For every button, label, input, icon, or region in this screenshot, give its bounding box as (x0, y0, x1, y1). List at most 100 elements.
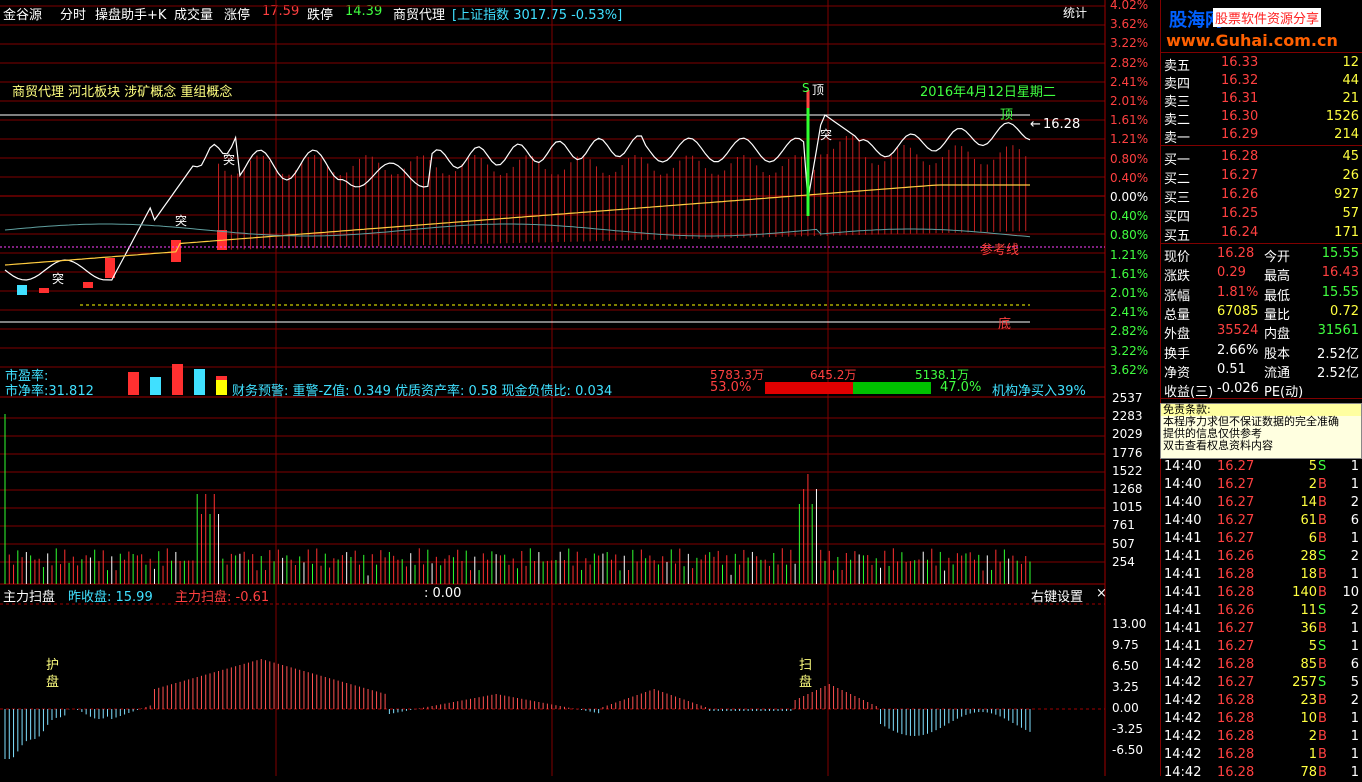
price-axis-label: 2.82% (1110, 55, 1149, 70)
trade-price: 16.28 (1217, 711, 1255, 726)
volume-axis-label: 1268 (1112, 482, 1143, 496)
trade-side: S (1318, 639, 1327, 654)
order-row[interactable]: 卖四 16.32 44 (1161, 72, 1362, 92)
order-row[interactable]: 14:41 16.27 36 B 1 (1161, 620, 1362, 638)
trade-count: 5 (1350, 675, 1359, 690)
prev-close-label: 昨收盘: 15.99 (68, 590, 153, 605)
order-row[interactable]: 涨跌 0.29 最高 16.43 (1161, 264, 1362, 284)
trade-price: 16.27 (1217, 477, 1255, 492)
trade-side: B (1318, 477, 1327, 492)
ask-volume: 1526 (1325, 109, 1359, 124)
order-row[interactable]: 外盘 35524 内盘 31561 (1161, 322, 1362, 343)
order-row[interactable]: 买三 16.26 927 (1161, 186, 1362, 206)
order-row[interactable]: 收益(三) -0.026 PE(动) (1161, 380, 1362, 400)
sell-signal: S (802, 81, 810, 95)
order-row[interactable]: 14:42 16.28 78 B 1 (1161, 764, 1362, 782)
order-row[interactable]: 卖五 16.33 12 (1161, 54, 1362, 74)
trade-volume: 140 (1292, 585, 1317, 600)
candle (17, 285, 27, 295)
trade-time: 14:42 (1164, 729, 1202, 744)
trade-price: 16.28 (1217, 657, 1255, 672)
disclaimer-line: 双击查看权息资料内容 (1163, 439, 1273, 452)
trade-time: 14:41 (1164, 549, 1202, 564)
volume-axis-label: 1522 (1112, 463, 1143, 478)
stat-label: 股本 (1264, 346, 1291, 362)
volume-axis-label: 1015 (1112, 500, 1143, 515)
disclaimer-tooltip[interactable]: 免责条款: 本程序力求但不保证数据的完全准确 提供的信息仅供参考 双击查看权息资料内… (1160, 403, 1362, 459)
order-row[interactable]: 买五 16.24 171 (1161, 224, 1362, 244)
stat-value: 0.29 (1217, 265, 1246, 281)
scan-value: 主力扫盘: -0.61 (175, 590, 270, 605)
order-row[interactable]: 14:41 16.26 11 S 2 (1161, 602, 1362, 620)
trade-count: 10 (1342, 585, 1359, 600)
order-row[interactable]: 卖三 16.31 21 (1161, 90, 1362, 110)
order-row[interactable]: 涨幅 1.81% 最低 15.55 (1161, 284, 1362, 304)
candle (105, 258, 115, 278)
trade-count: 2 (1350, 603, 1359, 618)
order-row[interactable]: 14:40 16.27 61 B 6 (1161, 512, 1362, 530)
scan-axis-label: 6.50 (1112, 659, 1139, 673)
order-row[interactable]: 换手 2.66% 股本 2.52亿 (1161, 342, 1362, 362)
trade-time: 14:41 (1164, 585, 1202, 600)
order-row[interactable]: 现价 16.28 今开 15.55 (1161, 245, 1362, 265)
trade-count: 1 (1350, 765, 1359, 780)
stat-label: 流通 (1264, 365, 1291, 381)
disclaimer-body: 本程序力求但不保证数据的完全准确 提供的信息仅供参考 双击查看权息资料内容 (1161, 416, 1361, 452)
volume-bars (4, 414, 1031, 584)
arrow-icon: ← (1030, 117, 1041, 132)
scan-mark: 扫盘 (799, 658, 813, 690)
settings-button[interactable]: 右键设置 (1031, 586, 1083, 605)
close-icon[interactable]: × (1096, 586, 1107, 601)
fund-bar (128, 372, 139, 395)
trade-volume: 5 (1308, 459, 1317, 474)
trade-price: 16.28 (1217, 567, 1255, 582)
order-row[interactable]: 14:41 16.27 5 S 1 (1161, 638, 1362, 656)
price-axis-label: 2.41% (1110, 305, 1149, 320)
candle (83, 282, 93, 288)
stat-value: 15.55 (1321, 284, 1359, 300)
trade-price: 16.27 (1217, 513, 1255, 528)
stat-label: 换手 (1164, 346, 1191, 362)
trade-price: 16.27 (1217, 675, 1255, 690)
order-row[interactable]: 买二 16.27 26 (1161, 167, 1362, 187)
trade-volume: 14 (1300, 495, 1317, 510)
trade-count: 1 (1350, 711, 1359, 726)
order-row[interactable]: 卖一 16.29 214 (1161, 126, 1362, 146)
order-row[interactable]: 14:40 16.27 14 B 2 (1161, 494, 1362, 512)
trade-price: 16.28 (1217, 585, 1255, 600)
trade-count: 1 (1350, 621, 1359, 636)
order-row[interactable]: 净资 0.51 流通 2.52亿 (1161, 361, 1362, 381)
trade-time: 14:41 (1164, 621, 1202, 636)
top-label: 顶 (1000, 108, 1014, 123)
order-row[interactable]: 14:42 16.28 2 B 1 (1161, 728, 1362, 746)
trade-price: 16.26 (1217, 549, 1255, 564)
order-row[interactable]: 买四 16.25 57 (1161, 205, 1362, 225)
order-row[interactable]: 14:40 16.27 2 B 1 (1161, 476, 1362, 494)
order-row[interactable]: 14:41 16.26 28 S 2 (1161, 548, 1362, 566)
bid-price: 16.27 (1221, 168, 1259, 183)
order-row[interactable]: 14:41 16.27 6 B 1 (1161, 530, 1362, 548)
order-row[interactable]: 14:41 16.28 18 B 1 (1161, 566, 1362, 584)
stat-label: 外盘 (1164, 327, 1191, 343)
order-row[interactable]: 总量 67085 量比 0.72 (1161, 303, 1362, 323)
stat-label: 总量 (1164, 307, 1191, 323)
order-row[interactable]: 14:42 16.28 1 B 1 (1161, 746, 1362, 764)
order-row[interactable]: 14:40 16.27 5 S 1 (1161, 458, 1362, 476)
trade-count: 2 (1350, 693, 1359, 708)
concept-list: 商贸代理 河北板块 涉矿概念 重组概念 (12, 85, 233, 100)
stat-label: 最低 (1264, 288, 1291, 304)
order-row[interactable]: 买一 16.28 45 (1161, 148, 1362, 168)
order-row[interactable]: 14:42 16.28 85 B 6 (1161, 656, 1362, 674)
order-row[interactable]: 14:42 16.28 23 B 2 (1161, 692, 1362, 710)
order-row[interactable]: 14:42 16.28 10 B 1 (1161, 710, 1362, 728)
order-row[interactable]: 14:41 16.28 140 B 10 (1161, 584, 1362, 602)
divider (1161, 243, 1362, 244)
bid-volume: 171 (1334, 225, 1359, 240)
scan-axis-label: -6.50 (1112, 743, 1144, 757)
stat-value: 2.52亿 (1317, 365, 1359, 381)
trade-price: 16.28 (1217, 765, 1255, 780)
trade-side: B (1318, 531, 1327, 546)
order-row[interactable]: 卖二 16.30 1526 (1161, 108, 1362, 128)
trade-volume: 2 (1308, 477, 1317, 492)
order-row[interactable]: 14:42 16.27 257 S 5 (1161, 674, 1362, 692)
